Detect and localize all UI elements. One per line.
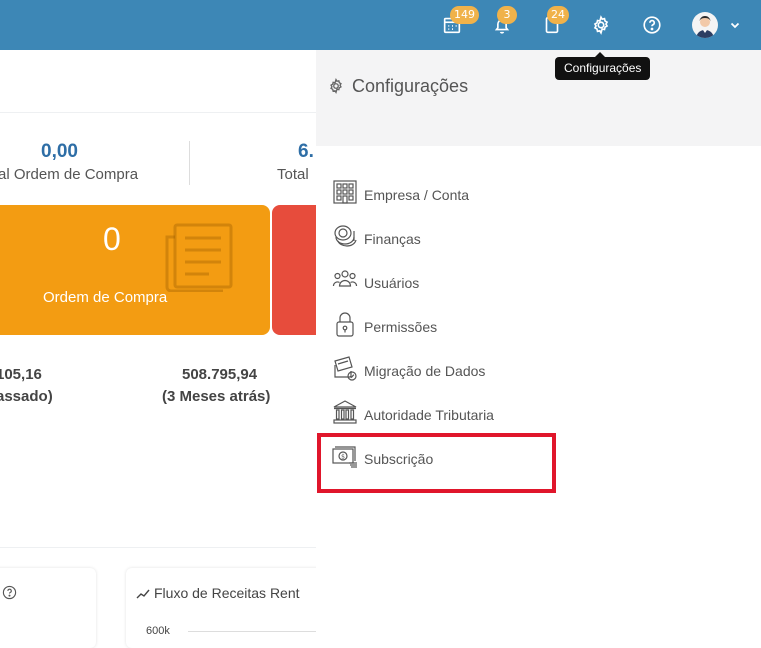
divider bbox=[0, 547, 316, 548]
purchase-order-card-label: Ordem de Compra bbox=[43, 289, 168, 306]
menu-item-usuarios[interactable]: Usuários bbox=[332, 267, 632, 297]
kpi-purchase-order-value: 0,00 bbox=[41, 141, 78, 162]
menu-item-label: Usuários bbox=[364, 275, 420, 291]
tasks-icon[interactable]: 24 bbox=[541, 6, 569, 36]
chart-axis-tick: 600k bbox=[146, 625, 170, 637]
banknote-icon: $ bbox=[332, 443, 358, 469]
menu-item-label: Finanças bbox=[364, 231, 421, 247]
top-navbar: 149 3 24 bbox=[0, 0, 761, 50]
dashboard-background: 0,00 al Ordem de Compra 6. Total 0 Ordem… bbox=[0, 50, 316, 648]
kpi-total-value: 6. bbox=[298, 141, 314, 162]
menu-item-migracao-dados[interactable]: Migração de Dados bbox=[332, 355, 632, 385]
help-circle-icon[interactable] bbox=[2, 585, 17, 600]
document-icon bbox=[163, 222, 235, 293]
menu-item-label: Migração de Dados bbox=[364, 363, 486, 379]
settings-gear-icon[interactable] bbox=[590, 14, 612, 36]
tasks-badge: 24 bbox=[547, 6, 569, 24]
stat-previous-label: assado) bbox=[0, 388, 53, 405]
help-icon[interactable] bbox=[641, 14, 663, 36]
kpi-separator bbox=[189, 141, 190, 185]
menu-item-label: Empresa / Conta bbox=[364, 187, 470, 203]
chevron-down-icon[interactable] bbox=[729, 18, 741, 30]
menu-item-autoridade-tributaria[interactable]: Autoridade Tributaria bbox=[332, 399, 632, 429]
data-migration-icon bbox=[332, 355, 358, 381]
menu-item-label: Autoridade Tributaria bbox=[364, 407, 494, 423]
settings-panel: Configurações Empresa / Conta Finanças U… bbox=[316, 50, 761, 648]
stat-3-months-label: (3 Meses atrás) bbox=[162, 388, 271, 405]
gear-icon bbox=[327, 77, 345, 95]
purchase-order-count: 0 bbox=[103, 221, 121, 257]
bank-icon bbox=[332, 399, 358, 425]
menu-item-financas[interactable]: Finanças bbox=[332, 223, 632, 253]
notifications-badge: 3 bbox=[497, 6, 517, 24]
trend-line-icon bbox=[136, 587, 151, 599]
menu-item-empresa-conta[interactable]: Empresa / Conta bbox=[332, 179, 632, 209]
notification-bell-icon[interactable]: 3 bbox=[491, 6, 517, 36]
revenue-flow-title: Fluxo de Receitas Rent bbox=[154, 585, 300, 601]
lock-icon bbox=[332, 311, 358, 337]
settings-panel-title: Configurações bbox=[352, 76, 469, 96]
user-avatar[interactable] bbox=[692, 12, 718, 38]
divider bbox=[0, 112, 316, 113]
menu-item-label: Permissões bbox=[364, 319, 438, 335]
users-icon bbox=[332, 267, 358, 293]
coins-icon bbox=[332, 223, 358, 249]
stat-3-months-value: 508.795,94 bbox=[182, 366, 258, 383]
calendar-icon[interactable]: 149 bbox=[441, 6, 479, 36]
menu-item-label: Subscrição bbox=[364, 451, 434, 467]
kpi-total-label: Total bbox=[277, 166, 309, 183]
widget-card bbox=[0, 568, 96, 648]
menu-item-subscricao[interactable]: $ Subscrição bbox=[332, 443, 632, 473]
chart-gridline bbox=[188, 631, 316, 632]
svg-text:$: $ bbox=[341, 454, 345, 461]
settings-tooltip: Configurações bbox=[555, 52, 651, 80]
red-summary-card[interactable] bbox=[272, 205, 316, 335]
settings-panel-header: Configurações bbox=[316, 50, 761, 146]
building-icon bbox=[332, 179, 358, 205]
calendar-badge: 149 bbox=[450, 6, 479, 24]
stat-previous-value: 105,16 bbox=[0, 366, 42, 383]
menu-item-permissoes[interactable]: Permissões bbox=[332, 311, 632, 341]
kpi-purchase-order-label: al Ordem de Compra bbox=[0, 166, 139, 183]
